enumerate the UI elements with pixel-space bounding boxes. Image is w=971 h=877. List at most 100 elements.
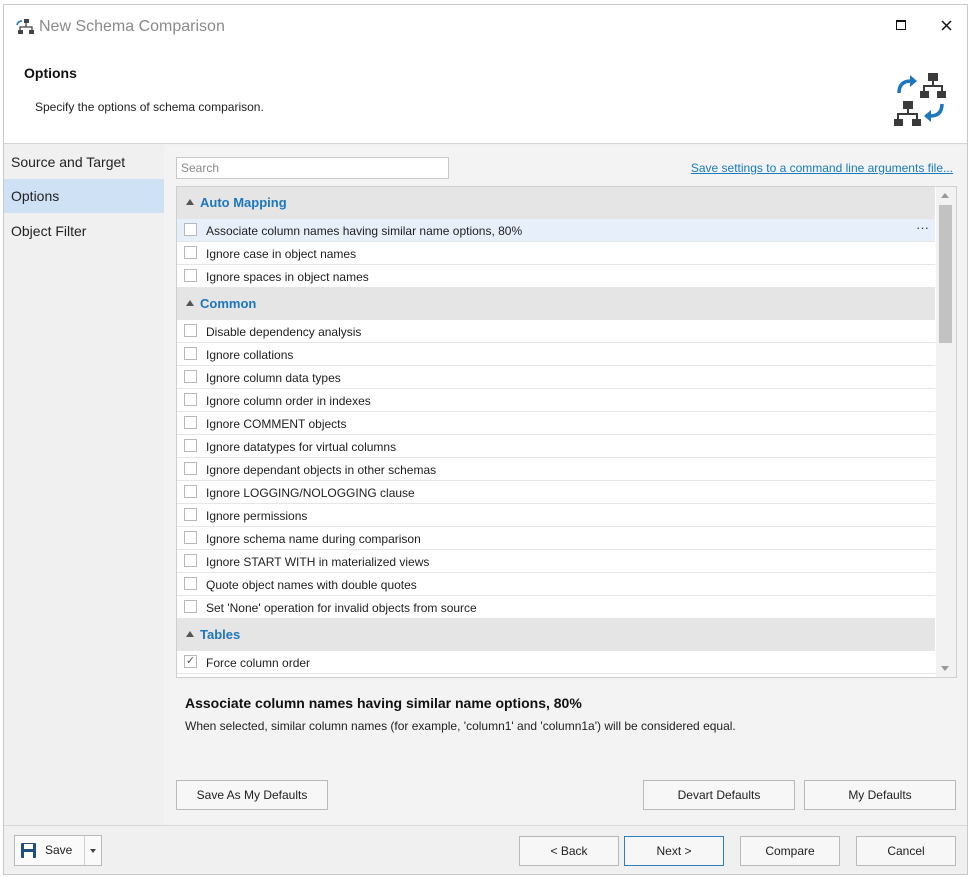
options-panel: Save settings to a command line argument… bbox=[164, 145, 967, 825]
option-checkbox[interactable] bbox=[184, 223, 197, 236]
option-row[interactable]: Ignore permissions bbox=[177, 504, 935, 527]
maximize-button[interactable] bbox=[883, 11, 919, 39]
option-checkbox[interactable] bbox=[184, 324, 197, 337]
schema-comparison-window: New Schema Comparison Options Specify th… bbox=[3, 4, 968, 875]
vertical-scrollbar[interactable] bbox=[936, 187, 956, 677]
page-description: Specify the options of schema comparison… bbox=[35, 100, 264, 114]
option-checkbox-checked[interactable]: ✓ bbox=[184, 655, 197, 668]
option-row[interactable]: Associate column names having similar na… bbox=[177, 219, 935, 242]
save-settings-link[interactable]: Save settings to a command line argument… bbox=[691, 161, 953, 175]
option-label: Ignore COMMENT objects bbox=[206, 417, 347, 431]
option-label: Set 'None' operation for invalid objects… bbox=[206, 601, 477, 615]
option-row[interactable]: Ignore collations bbox=[177, 343, 935, 366]
option-checkbox[interactable] bbox=[184, 370, 197, 383]
close-icon bbox=[940, 19, 952, 31]
option-label: Ignore START WITH in materialized views bbox=[206, 555, 430, 569]
page-title: Options bbox=[24, 65, 77, 81]
group-label: Auto Mapping bbox=[200, 195, 287, 210]
option-checkbox[interactable] bbox=[184, 269, 197, 282]
option-label: Ignore datatypes for virtual columns bbox=[206, 440, 397, 454]
option-checkbox[interactable] bbox=[184, 393, 197, 406]
close-button[interactable] bbox=[928, 11, 964, 39]
wizard-footer: Save < Back Next > Compare Cancel bbox=[4, 825, 967, 874]
save-as-my-defaults-button[interactable]: Save As My Defaults bbox=[176, 780, 328, 810]
window-title: New Schema Comparison bbox=[39, 18, 225, 35]
option-checkbox[interactable] bbox=[184, 531, 197, 544]
option-checkbox[interactable] bbox=[184, 246, 197, 259]
option-row[interactable]: Ignore START WITH in materialized views bbox=[177, 550, 935, 573]
option-row[interactable]: ✓ Force column order bbox=[177, 651, 935, 674]
option-label: Ignore dependant objects in other schema… bbox=[206, 463, 437, 477]
option-label: Quote object names with double quotes bbox=[206, 578, 417, 592]
title-bar: New Schema Comparison bbox=[4, 5, 967, 49]
maximize-icon bbox=[896, 20, 906, 30]
group-header-common[interactable]: Common bbox=[177, 288, 935, 320]
option-row[interactable]: Ignore dependant objects in other schema… bbox=[177, 458, 935, 481]
option-checkbox[interactable] bbox=[184, 600, 197, 613]
option-checkbox[interactable] bbox=[184, 347, 197, 360]
wizard-nav: Source and Target Options Object Filter bbox=[4, 145, 164, 825]
group-header-tables[interactable]: Tables bbox=[177, 619, 935, 651]
option-checkbox[interactable] bbox=[184, 439, 197, 452]
devart-defaults-button[interactable]: Devart Defaults bbox=[643, 780, 795, 810]
option-checkbox[interactable] bbox=[184, 416, 197, 429]
option-description-text: When selected, similar column names (for… bbox=[185, 719, 736, 733]
option-label: Force column order bbox=[206, 656, 311, 670]
wizard-header: Options Specify the options of schema co… bbox=[4, 49, 967, 144]
option-label: Ignore LOGGING/NOLOGGING clause bbox=[206, 486, 415, 500]
option-label: Ignore collations bbox=[206, 348, 294, 362]
save-dropdown-button[interactable] bbox=[84, 836, 101, 865]
option-checkbox[interactable] bbox=[184, 485, 197, 498]
option-label: Ignore spaces in object names bbox=[206, 270, 369, 284]
schema-compare-icon bbox=[894, 73, 946, 126]
option-label: Ignore case in object names bbox=[206, 247, 357, 261]
search-input[interactable] bbox=[176, 157, 449, 179]
save-disk-icon bbox=[21, 843, 36, 858]
save-split-button[interactable]: Save bbox=[14, 835, 102, 866]
nav-item-object-filter[interactable]: Object Filter bbox=[4, 214, 164, 248]
more-options-icon[interactable]: ··· bbox=[916, 220, 929, 235]
collapse-arrow-icon[interactable] bbox=[186, 199, 194, 205]
option-checkbox[interactable] bbox=[184, 508, 197, 521]
compare-button[interactable]: Compare bbox=[740, 836, 840, 866]
option-checkbox[interactable] bbox=[184, 462, 197, 475]
next-button[interactable]: Next > bbox=[624, 836, 724, 866]
back-button[interactable]: < Back bbox=[519, 836, 619, 866]
option-label: Ignore permissions bbox=[206, 509, 308, 523]
option-row[interactable]: Ignore column data types bbox=[177, 366, 935, 389]
group-label: Common bbox=[200, 296, 257, 311]
option-label: Ignore column data types bbox=[206, 371, 341, 385]
scrollbar-thumb[interactable] bbox=[939, 205, 952, 343]
option-label: Ignore column order in indexes bbox=[206, 394, 371, 408]
option-row[interactable]: Set 'None' operation for invalid objects… bbox=[177, 596, 935, 619]
nav-item-source-and-target[interactable]: Source and Target bbox=[4, 145, 164, 179]
scroll-up-icon[interactable] bbox=[941, 193, 949, 198]
option-label: Disable dependency analysis bbox=[206, 325, 362, 339]
option-label: Associate column names having similar na… bbox=[206, 224, 523, 238]
chevron-down-icon bbox=[90, 849, 96, 853]
collapse-arrow-icon[interactable] bbox=[186, 300, 194, 306]
collapse-arrow-icon[interactable] bbox=[186, 631, 194, 637]
save-button[interactable]: Save bbox=[15, 836, 84, 865]
cancel-button[interactable]: Cancel bbox=[856, 836, 956, 866]
option-row[interactable]: Ignore datatypes for virtual columns bbox=[177, 435, 935, 458]
option-row[interactable]: Ignore LOGGING/NOLOGGING clause bbox=[177, 481, 935, 504]
app-icon bbox=[16, 19, 34, 34]
option-checkbox[interactable] bbox=[184, 577, 197, 590]
nav-item-options[interactable]: Options bbox=[4, 179, 164, 213]
group-label: Tables bbox=[200, 627, 241, 642]
group-header-auto-mapping[interactable]: Auto Mapping bbox=[177, 187, 935, 219]
option-row[interactable]: Disable dependency analysis bbox=[177, 320, 935, 343]
option-row[interactable]: Ignore case in object names bbox=[177, 242, 935, 265]
option-row[interactable]: Ignore COMMENT objects bbox=[177, 412, 935, 435]
scroll-down-icon[interactable] bbox=[941, 666, 949, 671]
option-row[interactable]: Ignore column order in indexes bbox=[177, 389, 935, 412]
option-description-title: Associate column names having similar na… bbox=[185, 695, 582, 711]
option-row[interactable]: Quote object names with double quotes bbox=[177, 573, 935, 596]
option-checkbox[interactable] bbox=[184, 554, 197, 567]
my-defaults-button[interactable]: My Defaults bbox=[804, 780, 956, 810]
option-row[interactable]: Ignore schema name during comparison bbox=[177, 527, 935, 550]
options-grid: Auto Mapping Associate column names havi… bbox=[176, 186, 957, 678]
option-row[interactable]: Ignore spaces in object names bbox=[177, 265, 935, 288]
option-label: Ignore schema name during comparison bbox=[206, 532, 421, 546]
